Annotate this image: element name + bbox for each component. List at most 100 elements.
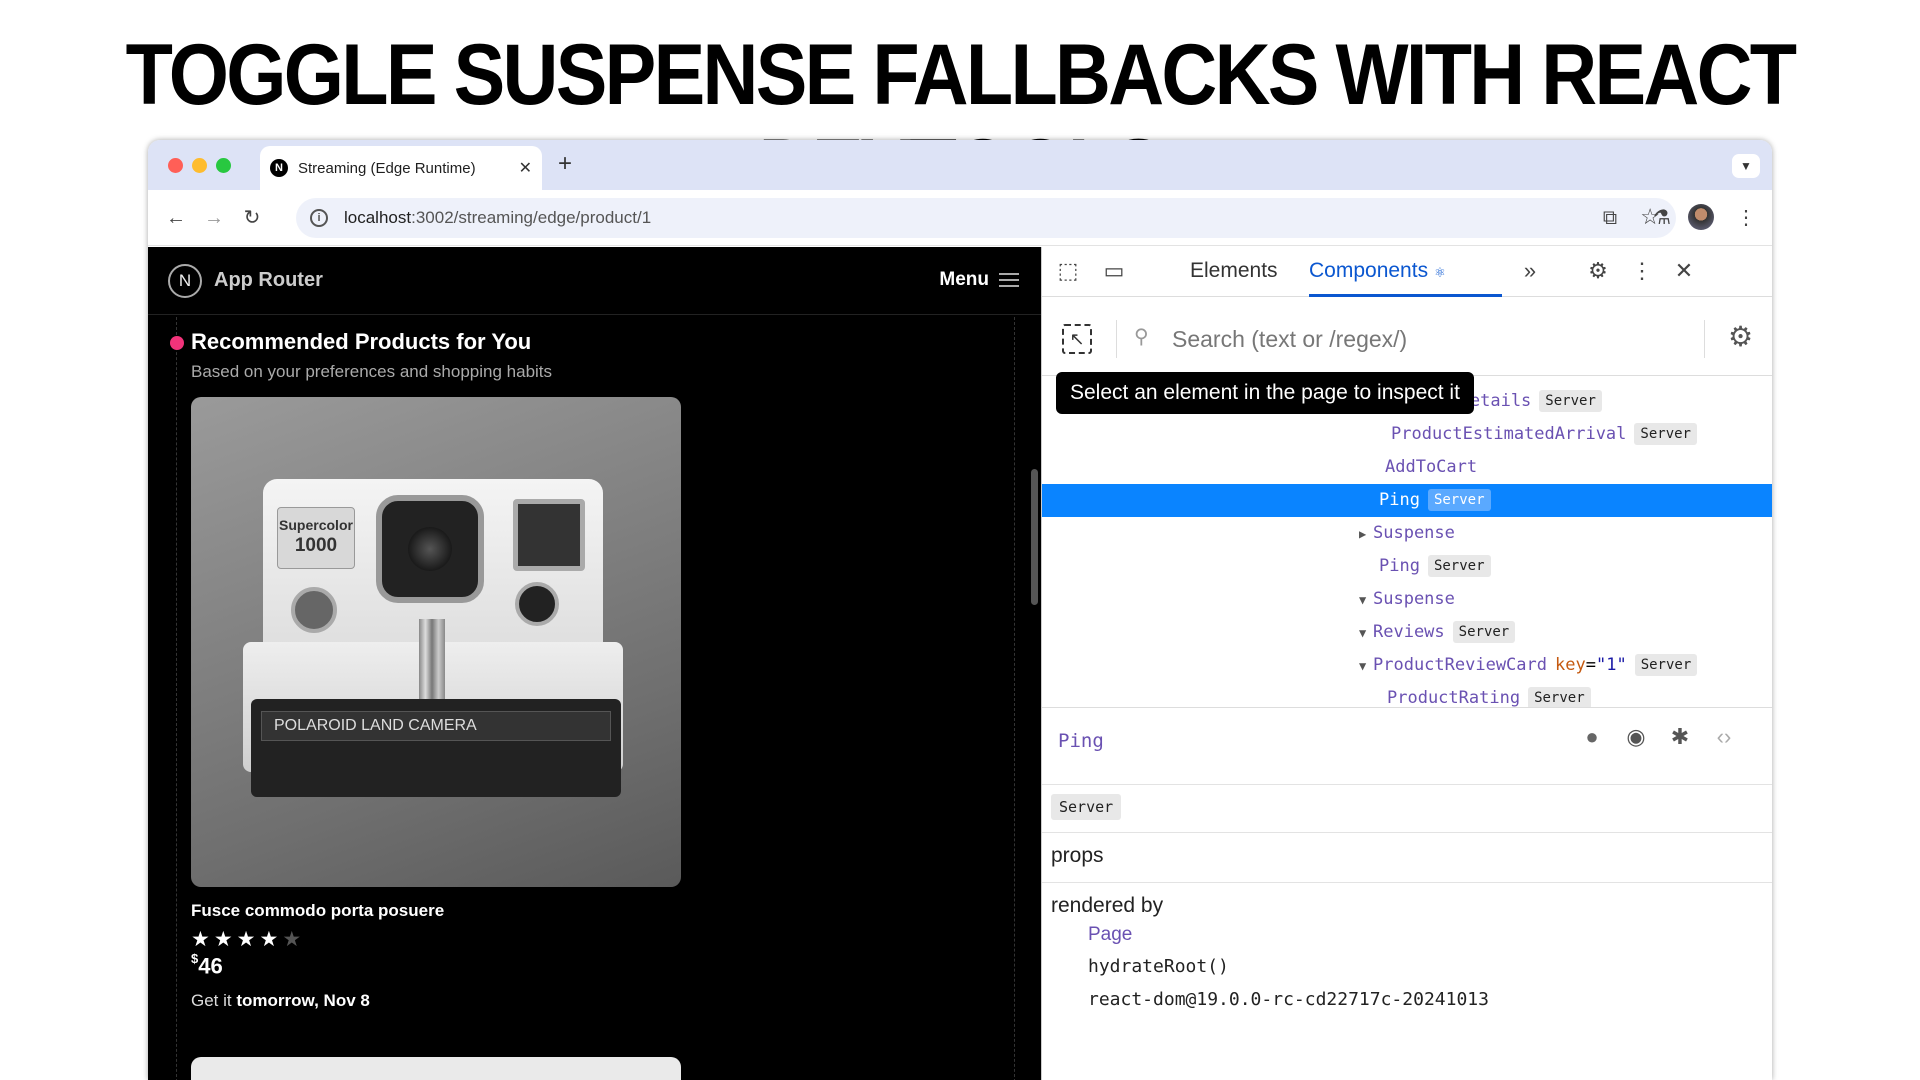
inspect-element-icon[interactable]: ⬚	[1054, 258, 1082, 284]
rendered-by-heading: rendered by	[1051, 894, 1164, 917]
minimize-window-button[interactable]	[192, 158, 207, 173]
react-icon: ⚛	[1434, 265, 1446, 280]
divider	[1042, 882, 1772, 883]
tree-row[interactable]: ▼ Reviews Server	[1042, 616, 1772, 649]
tab-search-chevron-icon[interactable]: ▼	[1732, 154, 1760, 178]
product-price: $46	[191, 951, 223, 979]
product-name[interactable]: Fusce commodo porta posuere	[191, 901, 444, 921]
more-tabs-chevron-icon[interactable]: »	[1516, 258, 1544, 284]
component-tree: ProductDetailsServerProductEstimatedArri…	[1042, 377, 1772, 707]
nextjs-logo-icon[interactable]: N	[168, 263, 202, 298]
delivery-estimate: Get it tomorrow, Nov 8	[191, 991, 370, 1011]
tab-strip: N Streaming (Edge Runtime) ✕ + ▼	[148, 140, 1772, 190]
layout-boundary-left	[176, 317, 177, 1080]
profile-avatar[interactable]	[1688, 204, 1714, 230]
forward-arrow-icon[interactable]: →	[200, 204, 228, 232]
devtools-tabbar: ⬚ ▭ Elements Components ⚛ » ⚙ ⋮ ✕	[1042, 247, 1772, 297]
view-source-icon[interactable]: ‹›	[1710, 724, 1738, 750]
delivery-prefix: Get it	[191, 991, 237, 1010]
search-icon: ⚲	[1134, 326, 1149, 348]
tree-row[interactable]: ▶ Suspense	[1042, 517, 1772, 550]
tree-component-name: Ping	[1379, 490, 1420, 510]
component-search-bar: ↖ ⚲ ⚙	[1042, 298, 1772, 376]
labs-flask-icon[interactable]: ⚗	[1648, 204, 1676, 232]
back-arrow-icon[interactable]: ←	[162, 204, 190, 232]
tree-row[interactable]: ProductEstimatedArrival Server	[1042, 418, 1772, 451]
extensions-icon[interactable]: ⧉	[1596, 204, 1624, 232]
product-image[interactable]: Supercolor 1000 POLAROID LAND CAMERA	[191, 397, 681, 887]
tab-components-label: Components	[1309, 259, 1429, 282]
site-info-icon[interactable]: i	[310, 209, 328, 227]
server-badge: Server	[1528, 687, 1591, 707]
collapse-arrow-icon[interactable]: ▼	[1359, 650, 1373, 683]
rendered-by-hydrate-root: hydrateRoot()	[1088, 956, 1229, 977]
tree-row[interactable]: Ping Server	[1042, 484, 1772, 517]
collapse-arrow-icon[interactable]: ▼	[1359, 617, 1373, 650]
environment-badge: Server	[1051, 794, 1122, 820]
browser-content: N App Router Menu Recommended Products f…	[148, 247, 1772, 1080]
inspect-dom-eye-icon[interactable]: ◉	[1622, 724, 1650, 750]
divider	[1042, 832, 1772, 833]
url-text: localhost:3002/streaming/edge/product/1	[344, 208, 651, 228]
layout-boundary-right	[1014, 317, 1015, 1080]
camera-badge-line1: Supercolor	[279, 517, 353, 533]
log-to-console-bug-icon[interactable]: ✱	[1666, 724, 1694, 750]
divider	[1042, 784, 1772, 785]
select-element-picker-icon[interactable]: ↖	[1062, 324, 1092, 354]
devtools-panel: ⬚ ▭ Elements Components ⚛ » ⚙ ⋮ ✕ ↖ ⚲ ⚙ S…	[1041, 247, 1772, 1080]
tree-row[interactable]: ▼ ProductReviewCard key="1" Server	[1042, 649, 1772, 682]
rendered-by-page[interactable]: Page	[1088, 924, 1132, 946]
star-filled-icon: ★	[259, 928, 283, 951]
page-scrollbar[interactable]	[1031, 469, 1038, 605]
collapse-arrow-icon[interactable]: ▼	[1359, 584, 1373, 617]
section-subtitle: Based on your preferences and shopping h…	[191, 362, 553, 381]
devtools-settings-gear-icon[interactable]: ⚙	[1584, 258, 1612, 284]
app-name[interactable]: App Router	[214, 269, 323, 292]
star-filled-icon: ★	[213, 928, 237, 951]
tree-row[interactable]: AddToCart	[1042, 451, 1772, 484]
tab-elements[interactable]: Elements	[1190, 259, 1278, 283]
app-header: N App Router Menu	[148, 247, 1041, 315]
delivery-date: tomorrow, Nov 8	[236, 991, 370, 1010]
active-tab-indicator	[1309, 294, 1502, 297]
devtools-more-icon[interactable]: ⋮	[1628, 258, 1656, 284]
tree-settings-gear-icon[interactable]: ⚙	[1728, 320, 1753, 353]
tree-row[interactable]: ▼ Suspense	[1042, 583, 1772, 616]
component-detail-pane: Ping ● ◉ ✱ ‹› Server props rendered by P…	[1042, 707, 1772, 1080]
browser-toolbar: ← → ↻ i localhost:3002/streaming/edge/pr…	[148, 190, 1772, 246]
server-badge: Server	[1427, 555, 1491, 577]
next-product-card[interactable]	[191, 1057, 681, 1080]
kebab-menu-icon[interactable]: ⋮	[1732, 204, 1760, 232]
camera-label: POLAROID LAND CAMERA	[261, 711, 611, 741]
star-empty-icon: ★	[282, 928, 306, 951]
browser-tab[interactable]: N Streaming (Edge Runtime) ✕	[260, 146, 542, 190]
props-heading: props	[1051, 844, 1104, 867]
close-tab-icon[interactable]: ✕	[519, 158, 532, 178]
price-amount: 46	[198, 953, 223, 979]
tree-row[interactable]: ProductRating Server	[1042, 682, 1772, 707]
maximize-window-button[interactable]	[216, 158, 231, 173]
expand-arrow-icon[interactable]: ▶	[1359, 518, 1373, 551]
component-search-input[interactable]	[1172, 320, 1692, 358]
tab-components[interactable]: Components ⚛	[1309, 259, 1446, 283]
tree-row[interactable]: Ping Server	[1042, 550, 1772, 583]
reload-icon[interactable]: ↻	[238, 204, 266, 232]
camera-rainbow-stripe	[419, 619, 445, 699]
suspend-toggle-icon[interactable]: ●	[1578, 724, 1606, 750]
server-badge: Server	[1634, 423, 1697, 445]
tree-component-name: ProductReviewCard	[1373, 655, 1547, 675]
price-currency: $	[191, 951, 199, 966]
product-rating: ★★★★★	[191, 927, 305, 952]
device-toolbar-icon[interactable]: ▭	[1100, 258, 1128, 284]
camera-knob	[515, 582, 559, 626]
browser-window: N Streaming (Edge Runtime) ✕ + ▼ ← → ↻ i…	[148, 140, 1772, 1080]
new-tab-button[interactable]: +	[558, 150, 572, 178]
camera-lens	[376, 495, 484, 603]
camera-shutter	[291, 587, 337, 633]
address-bar[interactable]: i localhost:3002/streaming/edge/product/…	[296, 198, 1676, 238]
server-badge: Server	[1452, 621, 1516, 643]
close-window-button[interactable]	[168, 158, 183, 173]
devtools-close-icon[interactable]: ✕	[1670, 258, 1698, 284]
tab-title: Streaming (Edge Runtime)	[298, 159, 476, 177]
menu-button[interactable]: Menu	[939, 269, 1019, 291]
